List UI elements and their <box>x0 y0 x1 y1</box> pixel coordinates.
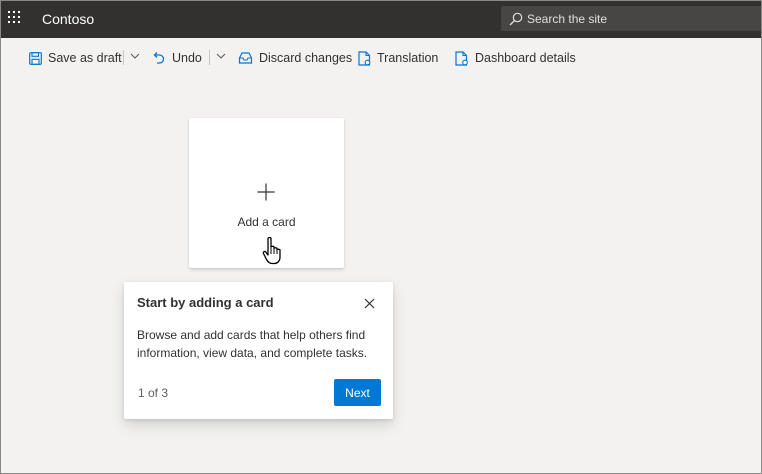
teaching-callout: Start by adding a card Browse and add ca… <box>124 282 393 419</box>
translation-icon <box>358 50 371 66</box>
search-icon <box>509 12 523 26</box>
search-input[interactable] <box>527 6 757 31</box>
next-button[interactable]: Next <box>334 379 381 406</box>
toolbar-divider <box>209 50 210 65</box>
hand-pointer-icon <box>262 236 281 265</box>
translation-label: Translation <box>377 51 439 65</box>
dashboard-details-button[interactable]: Dashboard details <box>455 49 576 67</box>
callout-step-counter: 1 of 3 <box>138 386 169 400</box>
close-icon[interactable] <box>364 298 375 309</box>
callout-body: Browse and add cards that help others fi… <box>137 328 368 360</box>
dashboard-details-label: Dashboard details <box>475 51 576 65</box>
undo-button[interactable]: Undo <box>152 49 202 67</box>
chevron-down-icon[interactable] <box>216 51 226 61</box>
chevron-down-icon[interactable] <box>130 51 140 61</box>
save-icon <box>29 51 42 65</box>
dashboard-details-icon <box>455 50 468 66</box>
undo-label: Undo <box>172 51 202 65</box>
callout-title: Start by adding a card <box>137 295 274 310</box>
command-bar: Save as draft Undo Discard changes Trans… <box>0 38 762 76</box>
toolbar-divider <box>123 50 124 65</box>
app-title[interactable]: Contoso <box>42 11 94 27</box>
waffle-icon[interactable] <box>8 11 22 25</box>
translation-button[interactable]: Translation <box>358 49 438 67</box>
discard-icon <box>238 52 253 64</box>
discard-changes-label: Discard changes <box>259 51 353 65</box>
plus-icon <box>257 183 275 201</box>
save-as-draft-label: Save as draft <box>48 51 122 65</box>
add-card-label: Add a card <box>237 215 296 229</box>
suite-header: Contoso <box>0 0 762 38</box>
save-as-draft-button[interactable]: Save as draft <box>29 49 122 67</box>
discard-changes-button[interactable]: Discard changes <box>238 49 352 67</box>
search-box[interactable] <box>501 6 762 31</box>
undo-icon <box>153 52 165 64</box>
